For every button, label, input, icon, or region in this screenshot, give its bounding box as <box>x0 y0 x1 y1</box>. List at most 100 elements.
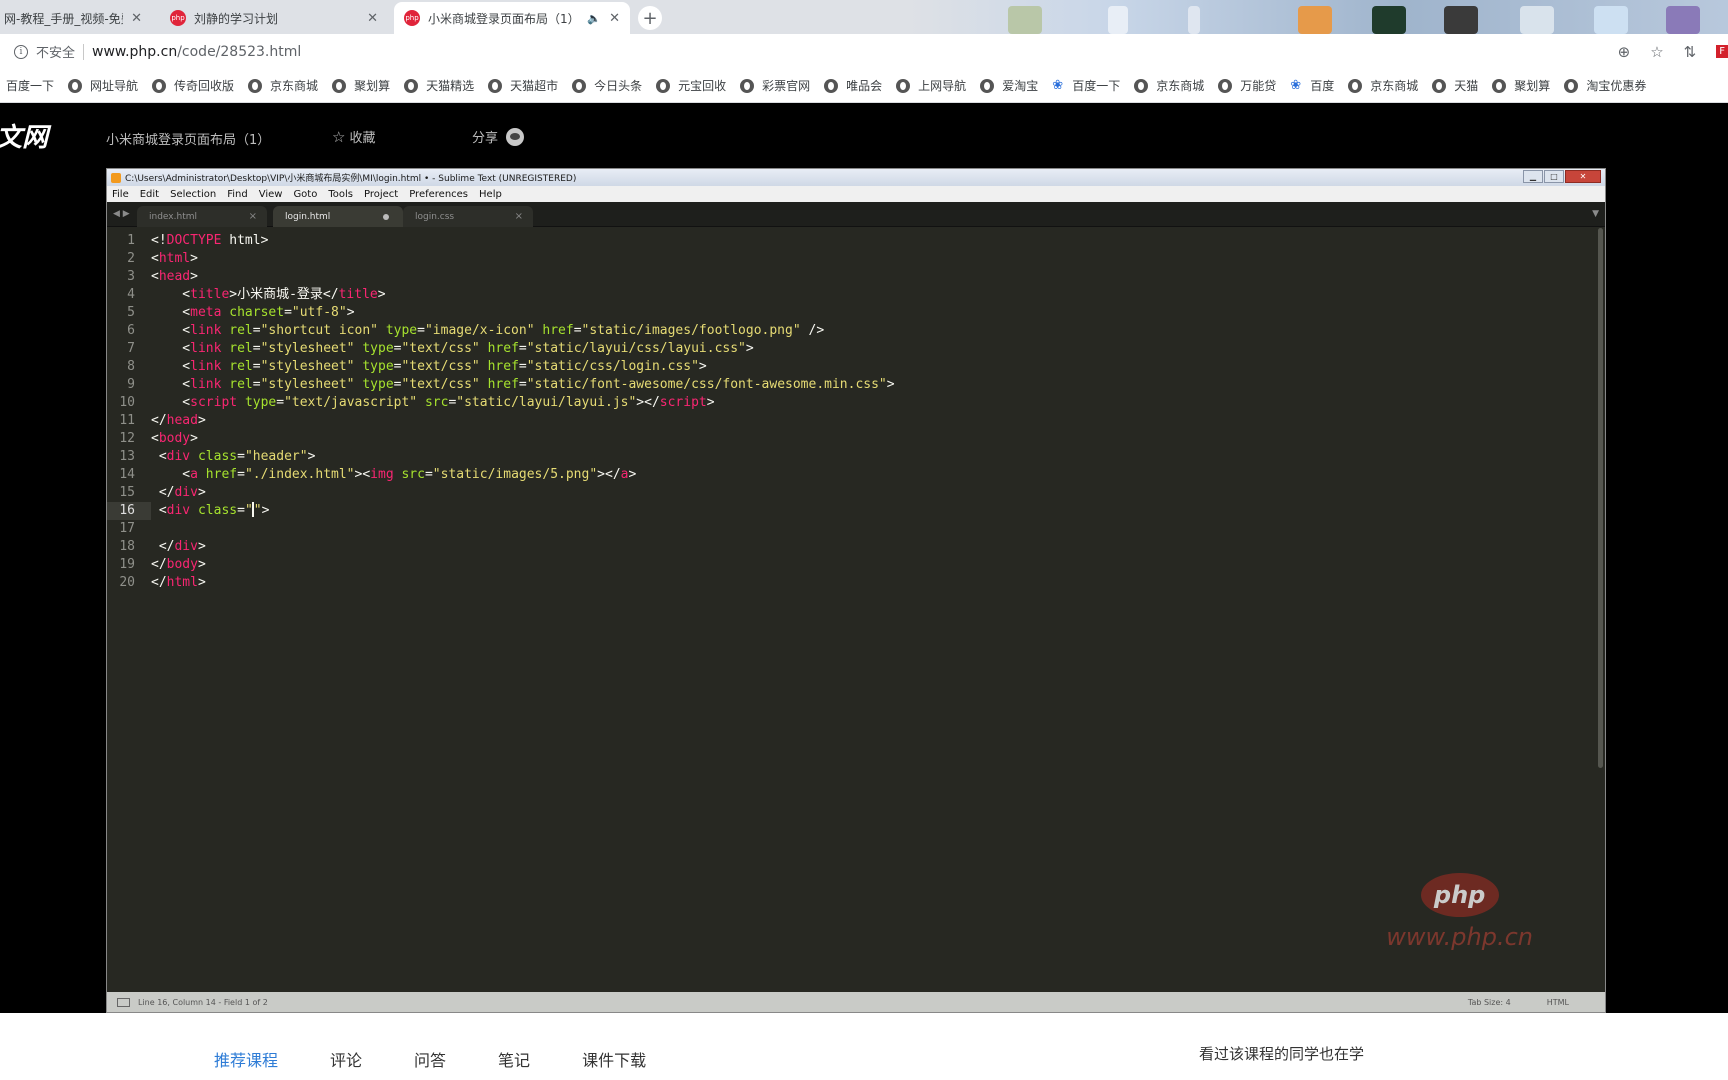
menu-item[interactable]: Find <box>227 189 248 200</box>
editor-tab-close-icon[interactable]: × <box>515 211 523 222</box>
code-line[interactable]: 20 </html> <box>107 574 1597 592</box>
extension-flash-icon[interactable]: F <box>1716 45 1728 58</box>
bookmark-item[interactable]: 京东商城 <box>248 77 318 94</box>
bookmark-item[interactable]: 今日头条 <box>572 77 642 94</box>
code-content[interactable]: <head> <box>151 268 198 286</box>
url-path[interactable]: /code/28523.html <box>177 44 301 60</box>
browser-tab[interactable]: php 刘静的学习计划 ✕ <box>160 2 388 34</box>
speaker-icon[interactable]: 🔈 <box>587 12 601 25</box>
wechat-icon[interactable] <box>506 127 525 146</box>
collect-button[interactable]: ☆ 收藏 <box>332 127 375 147</box>
bookmark-item[interactable]: 聚划算 <box>1492 77 1550 94</box>
code-content[interactable]: <a href="./index.html"><img src="static/… <box>151 466 636 484</box>
bookmark-item[interactable]: 天猫 <box>1432 77 1478 94</box>
menu-item[interactable]: Selection <box>170 189 216 200</box>
tab-close-icon[interactable]: ✕ <box>367 11 378 26</box>
code-content[interactable]: <meta charset="utf-8"> <box>151 304 354 322</box>
bookmark-item[interactable]: 元宝回收 <box>656 77 726 94</box>
code-content[interactable]: <link rel="stylesheet" type="text/css" h… <box>151 358 706 376</box>
tab-close-icon[interactable]: ✕ <box>609 11 620 26</box>
new-tab-button[interactable]: + <box>638 6 662 30</box>
status-tab-size[interactable]: Tab Size: 4 <box>1468 998 1511 1007</box>
menu-item[interactable]: File <box>112 189 129 200</box>
bookmark-item[interactable]: 百度一下 <box>6 77 54 94</box>
code-content[interactable]: <title>小米商城-登录</title> <box>151 286 385 304</box>
editor-scrollbar[interactable] <box>1598 228 1603 768</box>
bookmark-item[interactable]: 传奇回收版 <box>152 77 234 94</box>
code-line[interactable]: 10 <script type="text/javascript" src="s… <box>107 394 1597 412</box>
code-line[interactable]: 18 </div> <box>107 538 1597 556</box>
tab-close-icon[interactable]: ✕ <box>131 11 142 26</box>
editor-tab-close-icon[interactable]: × <box>249 211 257 222</box>
editor-tab[interactable]: index.html × <box>137 206 267 227</box>
site-logo[interactable]: 文网 <box>0 117 48 154</box>
share-button[interactable]: 分享 <box>472 127 525 146</box>
zoom-icon[interactable]: ⊕ <box>1618 43 1631 61</box>
code-content[interactable]: <html> <box>151 250 198 268</box>
bookmark-item[interactable]: 上网导航 <box>896 77 966 94</box>
bookmark-item[interactable]: 京东商城 <box>1348 77 1418 94</box>
bookmark-item[interactable]: 淘宝优惠券 <box>1564 77 1646 94</box>
bookmark-item[interactable]: 天猫精选 <box>404 77 474 94</box>
code-editor[interactable]: php www.php.cn 1 <!DOCTYPE html> 2 <html> 3 <… <box>107 228 1605 991</box>
course-tab[interactable]: 问答 <box>414 1047 446 1071</box>
bookmark-item[interactable]: 网址导航 <box>68 77 138 94</box>
bookmark-item[interactable]: 京东商城 <box>1134 77 1204 94</box>
tab-dropdown-icon[interactable]: ▼ <box>1592 209 1599 219</box>
url-host[interactable]: www.php.cn <box>92 44 177 60</box>
menu-item[interactable]: Edit <box>140 189 159 200</box>
code-line[interactable]: 4 <title>小米商城-登录</title> <box>107 286 1597 304</box>
info-icon[interactable]: i <box>14 44 28 59</box>
bookmark-item[interactable]: 爱淘宝 <box>980 77 1038 94</box>
code-content[interactable]: </div> <box>151 484 206 502</box>
code-line[interactable]: 3 <head> <box>107 268 1597 286</box>
omnibox[interactable]: i 不安全 www.php.cn/code/28523.html <box>14 38 301 65</box>
code-line[interactable]: 17 <box>107 520 1597 538</box>
code-content[interactable]: <div class=""> <box>151 502 269 520</box>
code-content[interactable]: <link rel="stylesheet" type="text/css" h… <box>151 376 894 394</box>
menu-item[interactable]: View <box>259 189 283 200</box>
bookmark-item[interactable]: ❀ 百度 <box>1290 77 1334 94</box>
status-syntax[interactable]: HTML <box>1547 998 1569 1007</box>
tab-nav-arrows-icon[interactable]: ◀ ▶ <box>113 209 130 219</box>
code-line[interactable]: 1 <!DOCTYPE html> <box>107 232 1597 250</box>
bookmark-item[interactable]: ❀ 百度一下 <box>1052 77 1120 94</box>
bookmark-star-icon[interactable]: ☆ <box>1650 43 1663 61</box>
code-content[interactable]: <link rel="stylesheet" type="text/css" h… <box>151 340 753 358</box>
code-content[interactable]: </head> <box>151 412 206 430</box>
code-line[interactable]: 5 <meta charset="utf-8"> <box>107 304 1597 322</box>
browser-tab[interactable]: php 小米商城登录页面布局（1） 🔈 ✕ <box>394 2 630 34</box>
menu-item[interactable]: Tools <box>328 189 353 200</box>
minimize-icon[interactable]: ▁ <box>1523 170 1543 183</box>
code-content[interactable]: <body> <box>151 430 198 448</box>
bookmark-item[interactable]: 彩票官网 <box>740 77 810 94</box>
code-line[interactable]: 12 <body> <box>107 430 1597 448</box>
browser-tab[interactable]: 网-教程_手册_视频-免费 ✕ <box>0 2 152 34</box>
code-content[interactable]: </html> <box>151 574 206 592</box>
course-tab[interactable]: 评论 <box>330 1047 362 1071</box>
bookmark-item[interactable]: 万能贷 <box>1218 77 1276 94</box>
code-line[interactable]: 2 <html> <box>107 250 1597 268</box>
code-line[interactable]: 8 <link rel="stylesheet" type="text/css"… <box>107 358 1597 376</box>
menu-item[interactable]: Preferences <box>409 189 468 200</box>
code-content[interactable]: <div class="header"> <box>151 448 316 466</box>
course-tab[interactable]: 笔记 <box>498 1047 530 1071</box>
code-line[interactable]: 15 </div> <box>107 484 1597 502</box>
code-content[interactable]: </div> <box>151 538 206 556</box>
bookmark-item[interactable]: 唯品会 <box>824 77 882 94</box>
menu-item[interactable]: Project <box>364 189 398 200</box>
code-content[interactable]: <script type="text/javascript" src="stat… <box>151 394 714 412</box>
menu-item[interactable]: Goto <box>293 189 317 200</box>
extension-sync-icon[interactable]: ⇅ <box>1684 43 1697 61</box>
code-line[interactable]: 9 <link rel="stylesheet" type="text/css"… <box>107 376 1597 394</box>
maximize-icon[interactable]: □ <box>1544 170 1564 183</box>
code-content[interactable]: <link rel="shortcut icon" type="image/x-… <box>151 322 824 340</box>
bookmark-item[interactable]: 天猫超市 <box>488 77 558 94</box>
code-line[interactable]: 11 </head> <box>107 412 1597 430</box>
bookmark-item[interactable]: 聚划算 <box>332 77 390 94</box>
code-line[interactable]: 19 </body> <box>107 556 1597 574</box>
code-line[interactable]: 13 <div class="header"> <box>107 448 1597 466</box>
close-window-icon[interactable]: ✕ <box>1565 170 1601 183</box>
code-content[interactable]: </body> <box>151 556 206 574</box>
menu-item[interactable]: Help <box>479 189 502 200</box>
